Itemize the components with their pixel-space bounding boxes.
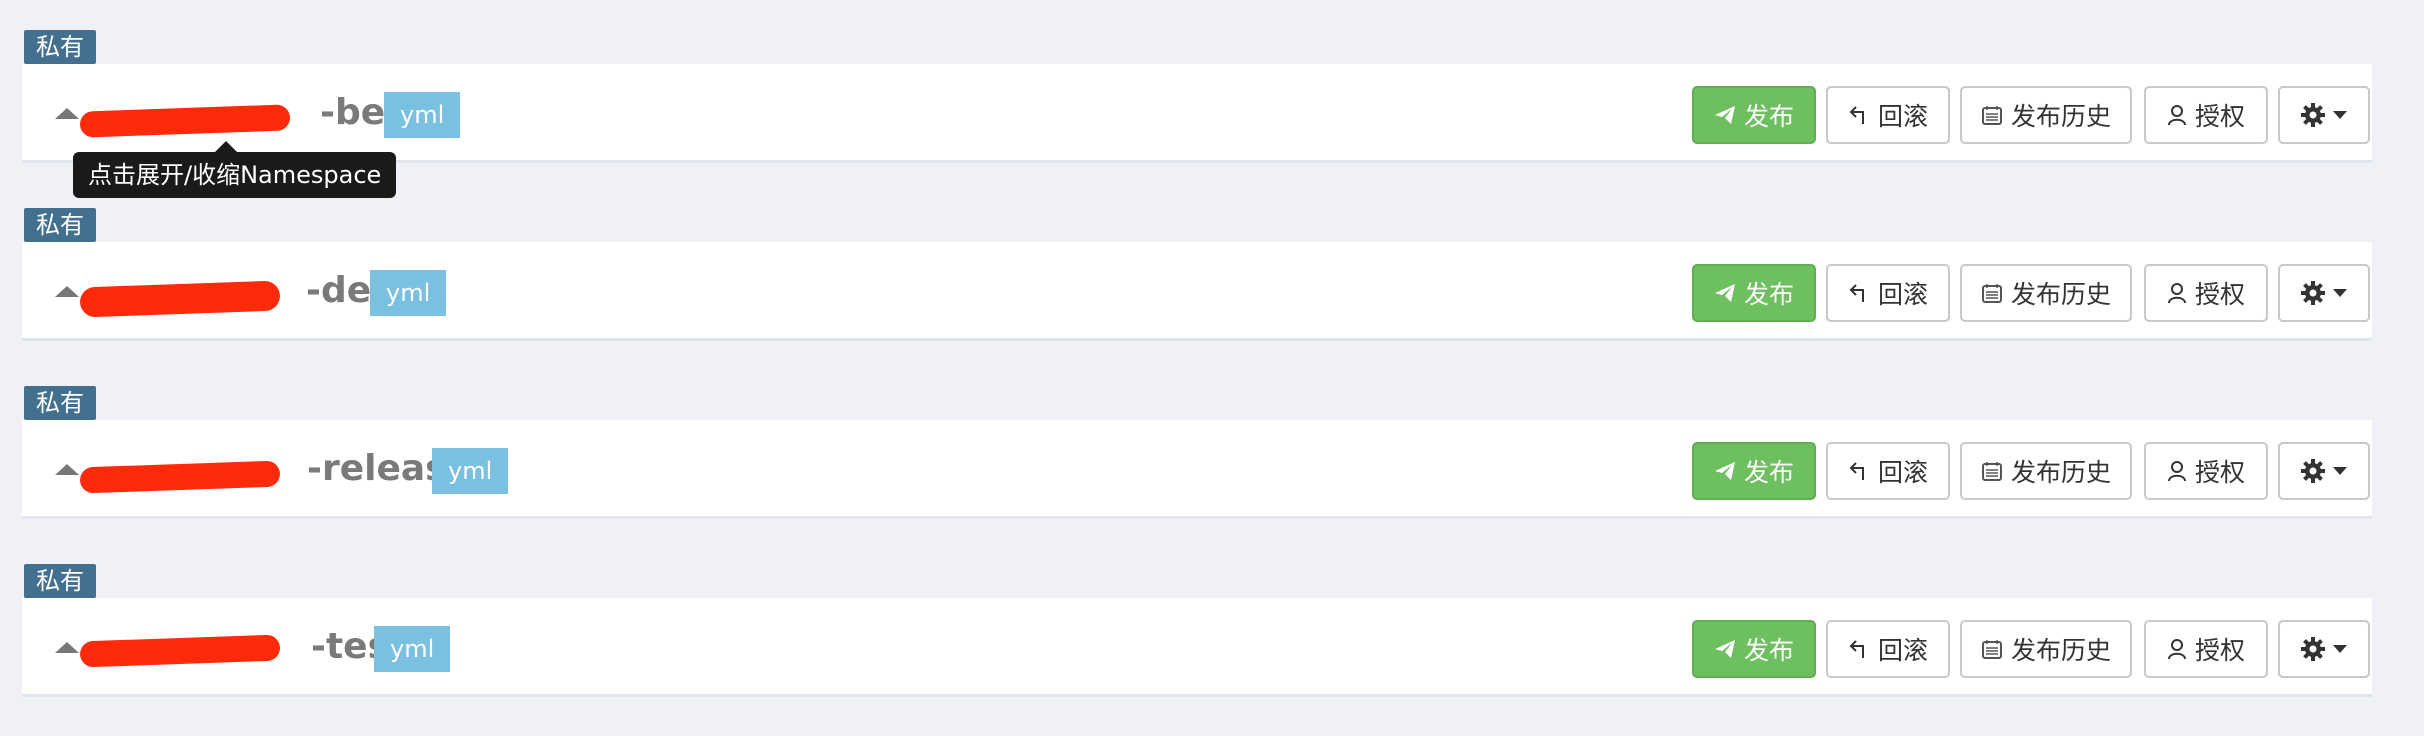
gear-icon [2301,103,2325,127]
grant-button[interactable]: 授权 [2144,620,2268,678]
gear-icon [2301,459,2325,483]
user-icon [2167,282,2187,304]
rollback-button[interactable]: 回滚 [1826,264,1950,322]
namespace-header: -test yml 发布 回滚 发布历史 授权 [22,598,2372,697]
grant-label: 授权 [2194,102,2245,131]
history-button[interactable]: 发布历史 [1960,442,2132,500]
publish-button[interactable]: 发布 [1692,86,1816,144]
undo-arrow-icon [1848,104,1870,126]
grant-label: 授权 [2194,458,2245,487]
format-badge: yml [370,270,447,316]
grant-label: 授权 [2194,280,2245,309]
scope-badge: 私有 [24,564,96,598]
calendar-icon [1981,282,2003,304]
gear-icon [2301,637,2325,661]
publish-label: 发布 [1743,458,1794,487]
collapse-triangle-icon[interactable] [55,642,79,653]
grant-button[interactable]: 授权 [2144,442,2268,500]
scope-badge: 私有 [24,30,96,64]
publish-button[interactable]: 发布 [1692,442,1816,500]
namespace-header: -dev yml 发布 回滚 发布历史 授权 [22,242,2372,341]
history-label: 发布历史 [2010,458,2111,487]
scope-badge: 私有 [24,208,96,242]
rollback-label: 回滚 [1877,458,1928,487]
paper-plane-icon [1714,639,1736,659]
undo-arrow-icon [1848,460,1870,482]
chevron-down-icon [2333,467,2347,475]
undo-arrow-icon [1848,638,1870,660]
calendar-icon [1981,638,2003,660]
grant-button[interactable]: 授权 [2144,86,2268,144]
history-label: 发布历史 [2010,280,2111,309]
calendar-icon [1981,104,2003,126]
history-button[interactable]: 发布历史 [1960,264,2132,322]
chevron-down-icon [2333,289,2347,297]
history-label: 发布历史 [2010,636,2111,665]
gear-icon [2301,281,2325,305]
redaction-mark [79,280,281,318]
chevron-down-icon [2333,111,2347,119]
publish-label: 发布 [1743,636,1794,665]
history-label: 发布历史 [2010,102,2111,131]
rollback-label: 回滚 [1877,102,1928,131]
rollback-button[interactable]: 回滚 [1826,86,1950,144]
settings-dropdown-button[interactable] [2278,264,2370,322]
settings-dropdown-button[interactable] [2278,620,2370,678]
rollback-label: 回滚 [1877,280,1928,309]
settings-dropdown-button[interactable] [2278,86,2370,144]
namespace-header: -release yml 发布 回滚 发布历史 授权 [22,420,2372,519]
user-icon [2167,104,2187,126]
paper-plane-icon [1714,105,1736,125]
history-button[interactable]: 发布历史 [1960,620,2132,678]
format-badge: yml [374,626,451,672]
rollback-label: 回滚 [1877,636,1928,665]
grant-button[interactable]: 授权 [2144,264,2268,322]
publish-button[interactable]: 发布 [1692,264,1816,322]
settings-dropdown-button[interactable] [2278,442,2370,500]
collapse-triangle-icon[interactable] [55,286,79,297]
collapse-triangle-icon[interactable] [55,108,79,119]
history-button[interactable]: 发布历史 [1960,86,2132,144]
scope-badge: 私有 [24,386,96,420]
format-badge: yml [432,448,509,494]
format-badge: yml [384,92,461,138]
collapse-tooltip: 点击展开/收缩Namespace [73,141,397,198]
rollback-button[interactable]: 回滚 [1826,442,1950,500]
undo-arrow-icon [1848,282,1870,304]
publish-label: 发布 [1743,280,1794,309]
publish-button[interactable]: 发布 [1692,620,1816,678]
publish-label: 发布 [1743,102,1794,131]
namespace-header: -beta yml 发布 回滚 发布历史 授权 [22,64,2372,163]
rollback-button[interactable]: 回滚 [1826,620,1950,678]
user-icon [2167,638,2187,660]
collapse-triangle-icon[interactable] [55,464,79,475]
calendar-icon [1981,460,2003,482]
paper-plane-icon [1714,283,1736,303]
chevron-down-icon [2333,645,2347,653]
paper-plane-icon [1714,461,1736,481]
grant-label: 授权 [2194,636,2245,665]
user-icon [2167,460,2187,482]
